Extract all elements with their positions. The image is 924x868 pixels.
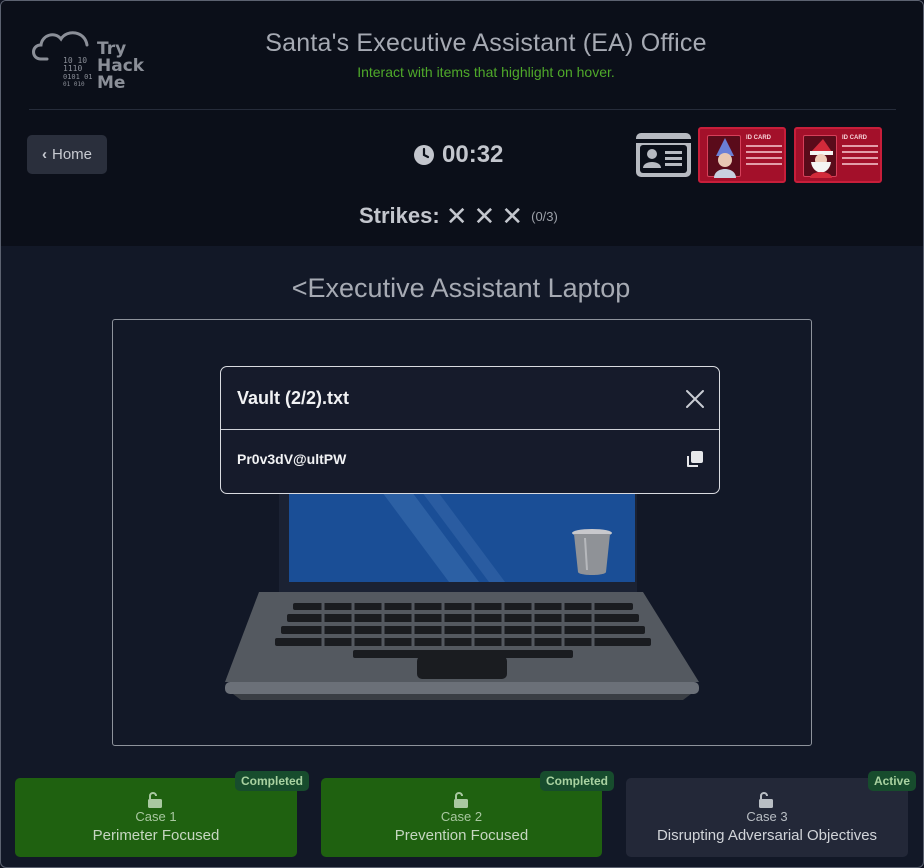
logo-binary-3: 0101 01 xyxy=(63,73,93,81)
clock-icon xyxy=(414,145,434,165)
elf-avatar-icon xyxy=(714,138,736,178)
elf-card-header: ID CARD xyxy=(746,135,771,141)
card-line xyxy=(746,151,782,153)
logo-binary-4: 01 010 xyxy=(63,81,85,88)
card-line xyxy=(746,163,782,165)
santa-card-header: ID CARD xyxy=(842,135,867,141)
case-2-status-badge: Completed xyxy=(539,771,614,791)
santa-id-card[interactable]: ID CARD xyxy=(794,127,882,183)
strikes-label: Strikes: xyxy=(359,203,440,228)
copy-icon[interactable] xyxy=(685,449,705,469)
case-3-name: Disrupting Adversarial Objectives xyxy=(656,827,878,844)
elf-portrait xyxy=(707,135,741,178)
case-1-name: Perimeter Focused xyxy=(92,827,220,844)
timer: 00:32 xyxy=(413,140,503,170)
case-3-number: Case 3 xyxy=(746,809,788,824)
unlock-icon xyxy=(453,792,468,808)
logo-binary-2: 1110 xyxy=(63,64,82,73)
case-2-card[interactable]: Case 2 Prevention Focused Completed xyxy=(321,771,614,857)
modal-header: Vault (2/2).txt xyxy=(221,367,719,430)
modal-title: Vault (2/2).txt xyxy=(237,388,350,408)
tryhackme-logo: 10 10 1110 0101 01 01 010 Try Hack Me xyxy=(29,23,159,97)
page-subtitle: Interact with items that highlight on ho… xyxy=(357,64,615,80)
santa-portrait xyxy=(803,135,837,178)
home-button-label: Home xyxy=(51,146,92,163)
modal-body: Pr0v3dV@ultPW xyxy=(221,430,719,493)
cloud-logo-icon: 10 10 1110 0101 01 01 010 xyxy=(32,31,93,88)
strike-mark-3: ✕ xyxy=(501,201,524,231)
vault-password-text: Pr0v3dV@ultPW xyxy=(237,451,347,467)
strikes-indicator: Strikes: ✕ ✕ ✕ (0/3) xyxy=(359,201,558,231)
case-1-status-badge: Completed xyxy=(234,771,309,791)
santa-avatar-icon xyxy=(810,139,833,178)
unlock-icon xyxy=(759,792,773,808)
header-divider xyxy=(29,109,896,110)
chevron-left-icon: ‹ xyxy=(41,146,47,163)
card-line xyxy=(842,157,878,159)
elf-id-card[interactable]: ID CARD xyxy=(698,127,786,183)
strikes-count: (0/3) xyxy=(531,208,558,224)
id-card-icon[interactable] xyxy=(636,133,691,177)
timer-value: 00:32 xyxy=(442,141,504,168)
case-1-card[interactable]: Case 1 Perimeter Focused Completed xyxy=(15,771,309,857)
card-line xyxy=(746,157,782,159)
case-2-name: Prevention Focused xyxy=(394,827,529,844)
top-bar: 10 10 1110 0101 01 01 010 Try Hack Me Sa… xyxy=(1,1,923,246)
vault-file-modal: Vault (2/2).txt Pr0v3dV@ultPW xyxy=(220,366,720,494)
card-line xyxy=(842,163,878,165)
trash-bin-icon[interactable] xyxy=(572,529,612,575)
elf-card-details: ID CARD xyxy=(746,135,782,169)
close-icon[interactable] xyxy=(684,388,706,410)
card-line xyxy=(842,151,878,153)
case-2-number: Case 2 xyxy=(440,809,483,824)
logo-wordmark: Try Hack Me xyxy=(97,41,167,92)
strike-mark-2: ✕ xyxy=(473,201,496,231)
unlock-icon xyxy=(148,792,162,808)
santa-card-details: ID CARD xyxy=(842,135,878,169)
case-1-number: Case 1 xyxy=(135,809,177,824)
home-button[interactable]: ‹ Home xyxy=(27,135,107,174)
case-3-status-badge: Active xyxy=(867,771,916,791)
logo-word-me: Me xyxy=(97,73,126,93)
app-frame: 10 10 1110 0101 01 01 010 Try Hack Me Sa… xyxy=(0,0,924,868)
card-line xyxy=(746,145,782,147)
card-line xyxy=(842,145,878,147)
case-3-card[interactable]: Case 3 Disrupting Adversarial Objectives… xyxy=(626,771,916,857)
strike-mark-1: ✕ xyxy=(445,201,468,231)
back-to-laptop-link[interactable]: <Executive Assistant Laptop xyxy=(201,273,721,304)
page-title: Santa's Executive Assistant (EA) Office xyxy=(265,29,707,57)
